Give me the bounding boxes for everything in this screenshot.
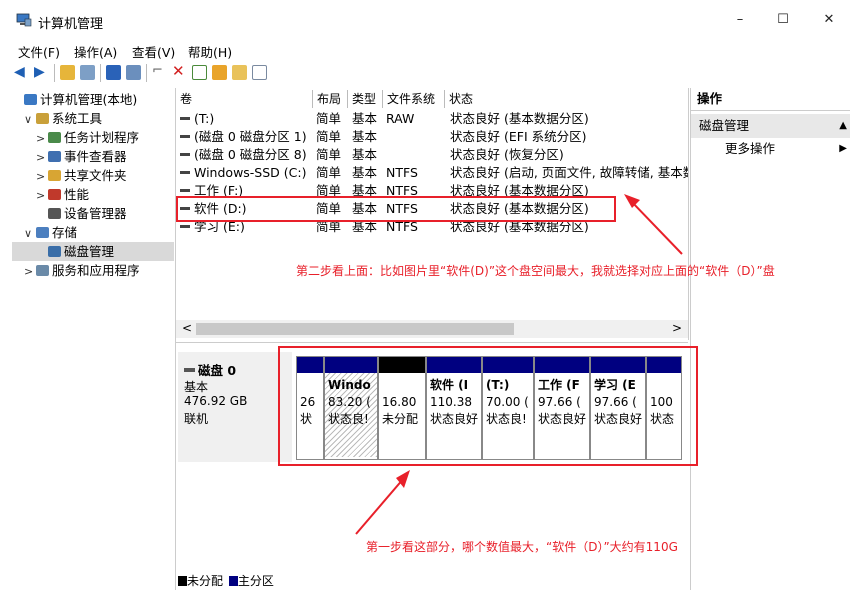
annotation-step1: 第一步看这部分，哪个数值最大，“软件（D）”大约有110G: [366, 540, 678, 554]
arrowhead-step2: [624, 194, 640, 208]
annotation-arrows: [355, 194, 683, 535]
annotation-step2: 第二步看上面：比如图片里“软件(D)”这个盘空间最大，我就选择对应上面的“软件（…: [296, 264, 775, 278]
arrow-line-step1: [355, 477, 405, 535]
arrow-line-step2: [629, 199, 683, 255]
